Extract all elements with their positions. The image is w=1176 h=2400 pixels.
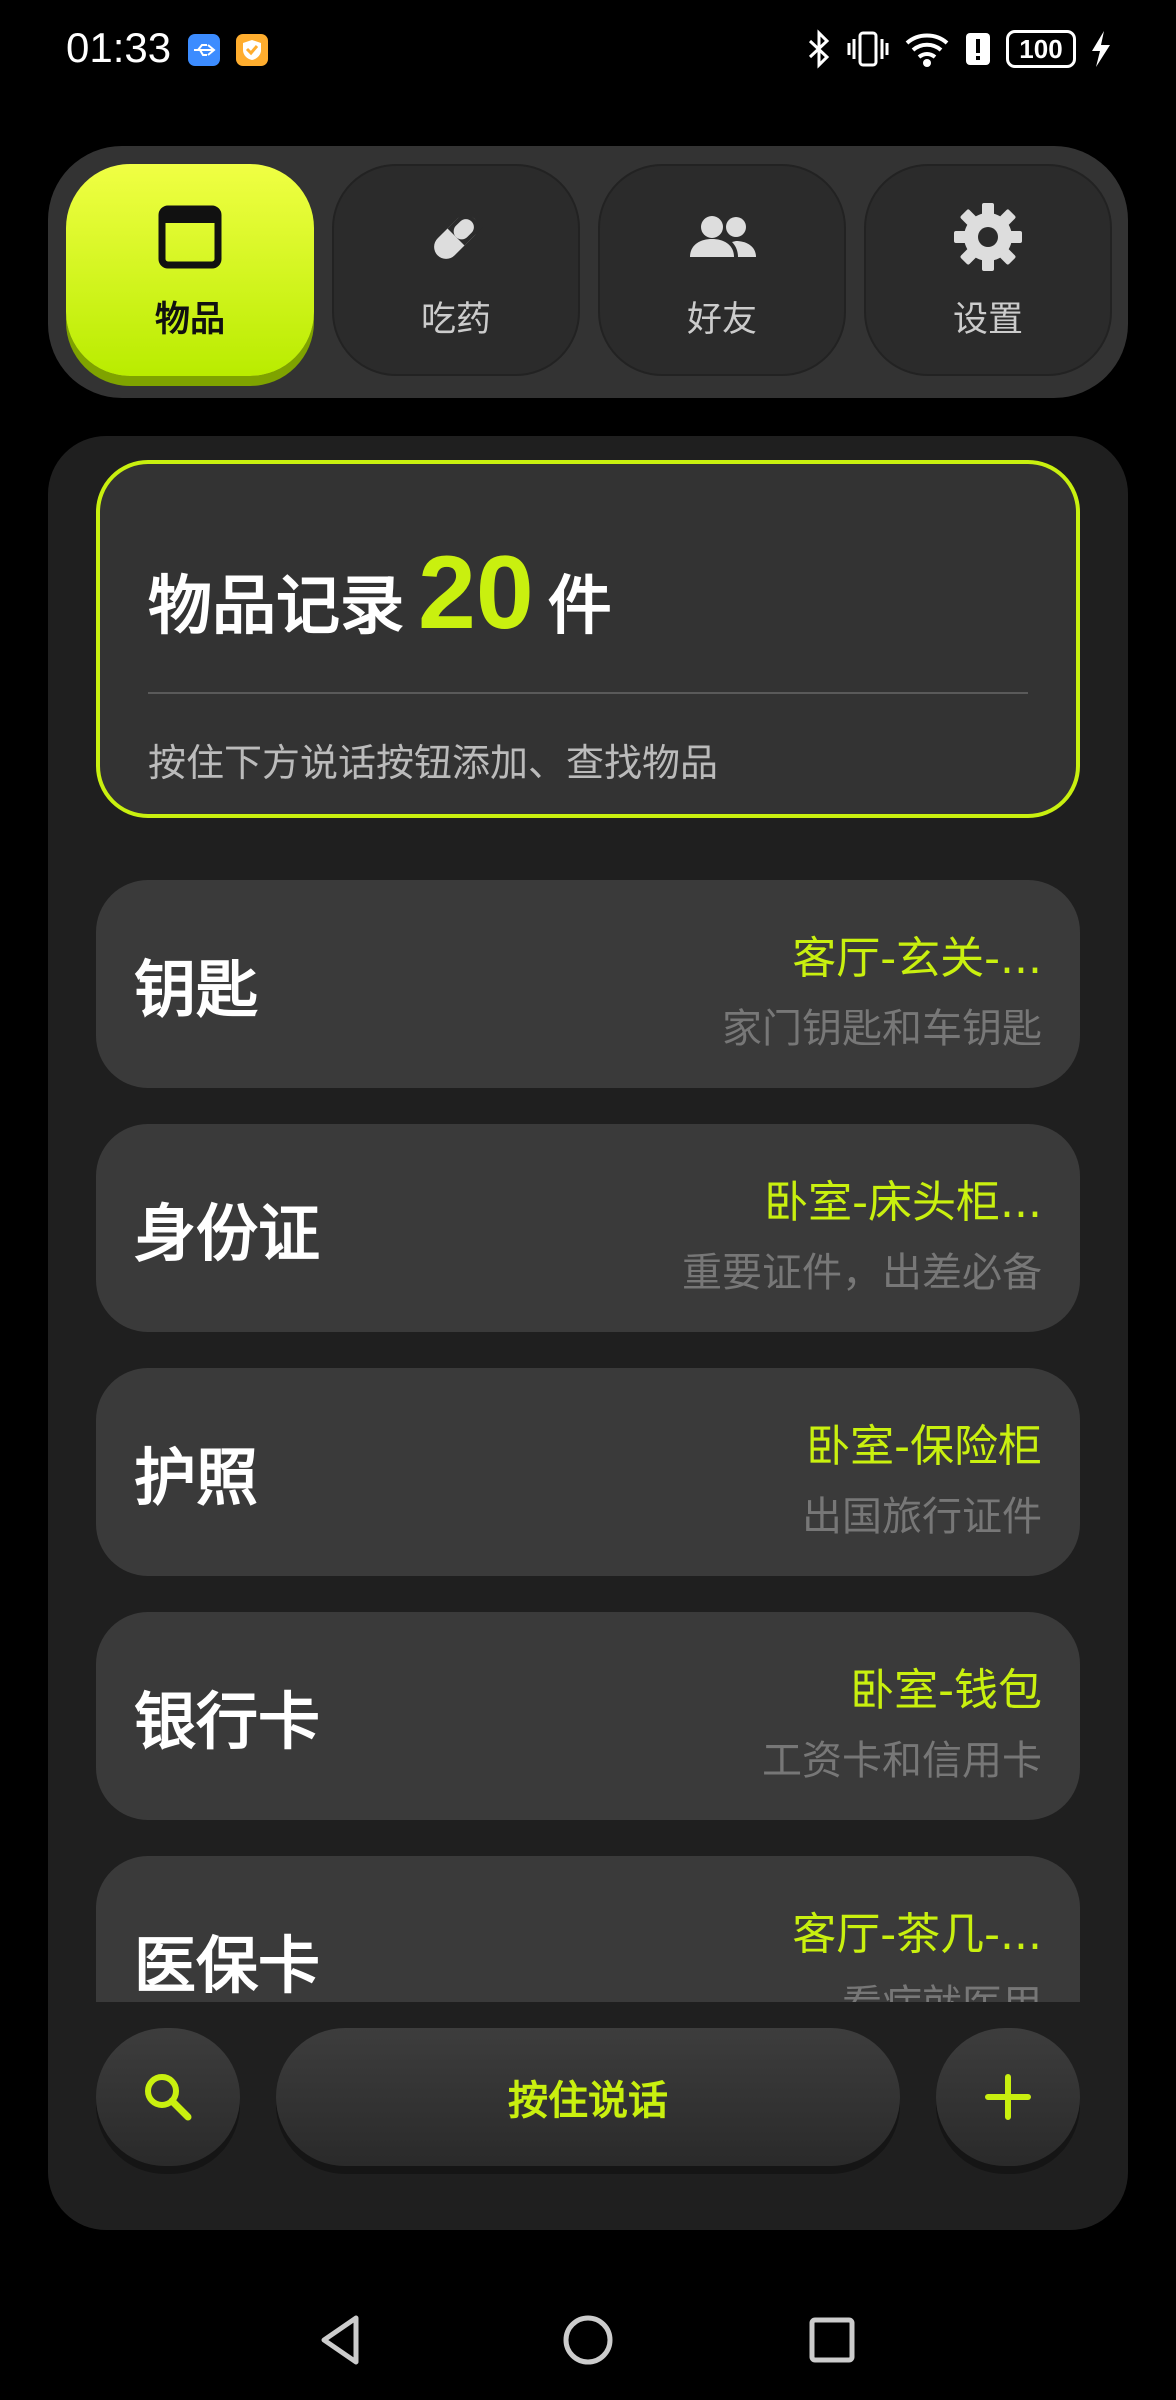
tab-friends[interactable]: 好友 <box>598 164 846 376</box>
search-icon <box>145 2074 192 2121</box>
top-tab-bar: 物品 吃药 好友 设置 <box>48 146 1128 398</box>
bottom-bar: 按住说话 <box>48 2016 1128 2166</box>
item-icon <box>158 205 222 268</box>
item-location: 卧室-钱包 <box>850 1665 1042 1716</box>
add-button[interactable] <box>936 2028 1080 2166</box>
tab-label: 设置 <box>952 299 1023 340</box>
list-item[interactable]: 护照 卧室-保险柜 出国旅行证件 <box>96 1368 1080 1576</box>
back-icon[interactable] <box>312 2310 372 2370</box>
battery-level: 100 <box>1019 33 1063 64</box>
tab-label: 物品 <box>154 299 225 340</box>
usb-icon <box>188 34 220 66</box>
bluetooth-icon <box>808 29 830 69</box>
shield-icon <box>236 34 268 66</box>
main-panel: 物品记录 20 件 按住下方说话按钮添加、查找物品 钥匙 客厅-玄关-... 家… <box>48 436 1128 2230</box>
tab-items[interactable]: 物品 <box>66 164 314 376</box>
item-name: 身份证 <box>134 1197 321 1270</box>
list-item[interactable]: 钥匙 客厅-玄关-... 家门钥匙和车钥匙 <box>96 880 1080 1088</box>
list-item[interactable]: 银行卡 卧室-钱包 工资卡和信用卡 <box>96 1612 1080 1820</box>
tab-settings[interactable]: 设置 <box>864 164 1112 376</box>
summary-hint: 按住下方说话按钮添加、查找物品 <box>148 741 719 785</box>
wifi-icon <box>905 33 949 67</box>
item-description: 看病就医用 <box>842 1972 1042 2002</box>
search-button[interactable] <box>96 2028 240 2166</box>
tab-label: 好友 <box>686 299 757 340</box>
battery-icon: 100 <box>1006 30 1076 68</box>
item-description: 重要证件，出差必备 <box>682 1250 1042 1296</box>
pill-icon <box>434 209 483 259</box>
charging-icon <box>1092 31 1110 67</box>
item-list[interactable]: 钥匙 客厅-玄关-... 家门钥匙和车钥匙 身份证 卧室-床头柜... 重要证件… <box>96 880 1080 2002</box>
item-name: 医保卡 <box>134 1929 321 2002</box>
item-count: 20 <box>418 535 534 651</box>
plus-icon <box>985 2074 1031 2120</box>
divider <box>148 692 1028 694</box>
item-description: 工资卡和信用卡 <box>762 1738 1042 1784</box>
summary-title: 物品记录 20 件 <box>148 534 612 653</box>
summary-title-prefix: 物品记录 <box>148 570 404 644</box>
tab-label: 吃药 <box>420 299 491 340</box>
alert-icon <box>966 33 990 65</box>
hold-to-talk-button[interactable]: 按住说话 <box>276 2028 900 2166</box>
gear-icon <box>954 202 1022 271</box>
friends-icon <box>690 215 756 257</box>
system-nav-bar <box>0 2290 1176 2390</box>
item-location: 卧室-床头柜... <box>764 1177 1042 1228</box>
item-name: 护照 <box>134 1441 259 1514</box>
item-location: 客厅-玄关-... <box>792 933 1042 984</box>
item-name: 银行卡 <box>134 1685 321 1758</box>
status-icons: 100 <box>806 28 1112 70</box>
status-time: 01:33 <box>66 24 172 71</box>
vibrate-icon <box>847 31 889 67</box>
summary-title-suffix: 件 <box>547 570 612 644</box>
item-location: 客厅-茶几-... <box>792 1909 1042 1960</box>
item-name: 钥匙 <box>134 953 259 1026</box>
tab-medicine[interactable]: 吃药 <box>332 164 580 376</box>
item-description: 出国旅行证件 <box>802 1494 1042 1540</box>
recents-icon[interactable] <box>802 2310 862 2370</box>
item-location: 卧室-保险柜 <box>806 1421 1042 1472</box>
item-description: 家门钥匙和车钥匙 <box>722 1006 1042 1052</box>
summary-card: 物品记录 20 件 按住下方说话按钮添加、查找物品 <box>96 460 1080 818</box>
home-icon[interactable] <box>558 2310 618 2370</box>
status-bar: 01:33 100 <box>0 0 1176 100</box>
list-item[interactable]: 身份证 卧室-床头柜... 重要证件，出差必备 <box>96 1124 1080 1332</box>
list-item[interactable]: 医保卡 客厅-茶几-... 看病就医用 <box>96 1856 1080 2002</box>
